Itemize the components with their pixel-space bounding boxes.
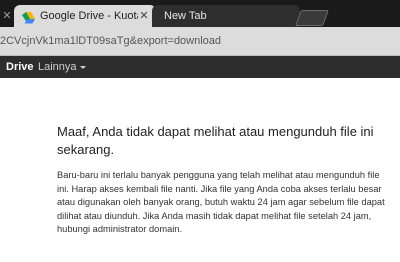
nav-more-menu[interactable]: Lainnya bbox=[38, 56, 86, 78]
url-text[interactable]: 2CVcjnVk1ma1lDT09saTg&export=download bbox=[0, 27, 400, 55]
error-heading: Maaf, Anda tidak dapat melihat atau meng… bbox=[57, 124, 374, 157]
tab-title: New Tab bbox=[164, 10, 207, 22]
new-tab-button[interactable] bbox=[295, 10, 329, 26]
address-bar[interactable]: 2CVcjnVk1ma1lDT09saTg&export=download bbox=[0, 27, 400, 56]
nav-more-label: Lainnya bbox=[38, 61, 77, 73]
tab-google-drive[interactable]: Google Drive - Kuota ter ✕ bbox=[14, 5, 156, 27]
browser-tab-strip: ✕ Google Drive - Kuota ter ✕ New Tab bbox=[0, 0, 400, 27]
close-icon[interactable]: ✕ bbox=[138, 5, 150, 27]
tab-new-tab[interactable]: New Tab bbox=[152, 5, 300, 27]
close-icon[interactable]: ✕ bbox=[0, 8, 14, 24]
drive-navbar: Drive Lainnya bbox=[0, 56, 400, 78]
google-drive-icon bbox=[22, 10, 35, 24]
caret-down-icon bbox=[79, 65, 86, 69]
nav-drive[interactable]: Drive bbox=[6, 56, 34, 78]
tab-title: Google Drive - Kuota ter bbox=[40, 10, 138, 22]
error-message: Baru-baru ini terlalu banyak pengguna ya… bbox=[57, 170, 385, 234]
